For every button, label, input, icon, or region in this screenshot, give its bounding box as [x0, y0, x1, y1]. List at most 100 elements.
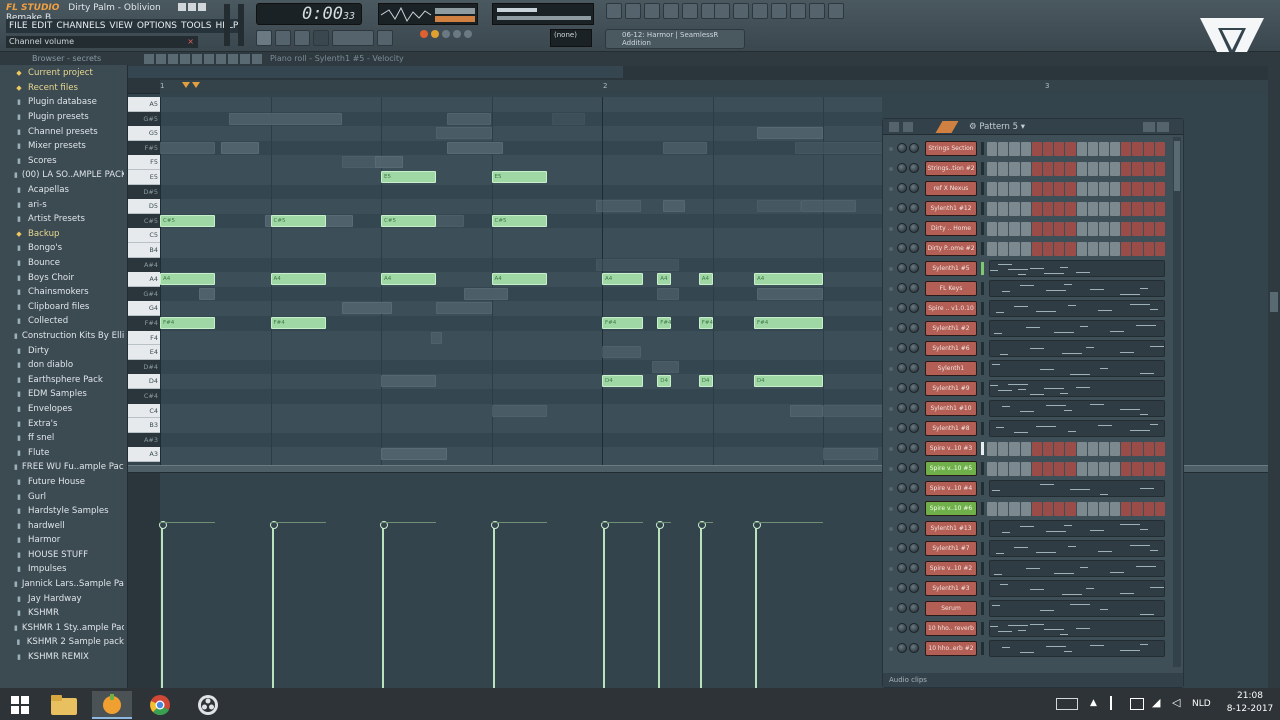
pan-knob[interactable] — [897, 503, 907, 513]
step-button[interactable] — [1076, 162, 1087, 176]
piano-key[interactable]: E4 — [128, 345, 160, 360]
step-button[interactable] — [1065, 202, 1076, 216]
step-button[interactable] — [1031, 242, 1042, 256]
step-button[interactable] — [1121, 182, 1132, 196]
mini-piano-roll[interactable] — [989, 420, 1165, 437]
save-icon[interactable] — [752, 3, 768, 19]
pan-knob[interactable] — [897, 143, 907, 153]
menu-view[interactable]: VIEW — [109, 19, 132, 33]
channel-select-toggle[interactable] — [981, 202, 984, 215]
step-button[interactable] — [998, 502, 1009, 516]
velocity-stem[interactable] — [159, 521, 167, 688]
channel-led[interactable] — [889, 447, 893, 451]
master-pitch-slider[interactable] — [238, 4, 244, 46]
channel-row[interactable]: Spire v..10 #4 — [889, 479, 1169, 499]
step-button[interactable] — [1054, 202, 1065, 216]
channel-name-button[interactable]: Sylenth1 #3 — [925, 581, 977, 596]
browser-item[interactable]: ▮ KSHMR 2 Sample pack — [0, 635, 124, 650]
step-button[interactable] — [1031, 502, 1042, 516]
step-button[interactable] — [1110, 222, 1121, 236]
step-button[interactable] — [1076, 182, 1087, 196]
velocity-stem[interactable] — [752, 521, 761, 688]
pattern-selector[interactable]: (none) — [550, 29, 592, 47]
step-button[interactable] — [1031, 182, 1042, 196]
pan-knob[interactable] — [897, 223, 907, 233]
channel-name-button[interactable]: Serum — [925, 601, 977, 616]
step-button[interactable] — [1098, 442, 1110, 456]
step-button[interactable] — [1020, 222, 1031, 236]
browser-item[interactable]: ▮ Acapellas — [0, 183, 124, 198]
step-button[interactable] — [1154, 142, 1165, 156]
pan-knob[interactable] — [897, 363, 907, 373]
piano-key[interactable]: D#5 — [128, 184, 160, 200]
display-icon[interactable] — [1130, 698, 1144, 710]
piano-key[interactable]: F#5 — [128, 140, 160, 156]
browser-icon[interactable] — [682, 3, 698, 19]
channel-led[interactable] — [889, 267, 893, 271]
pan-knob[interactable] — [897, 243, 907, 253]
step-button[interactable] — [1154, 462, 1165, 476]
step-button[interactable] — [1132, 162, 1143, 176]
note[interactable]: C#5 — [160, 214, 216, 227]
select-icon[interactable] — [228, 54, 238, 64]
volume-knob[interactable] — [909, 543, 919, 553]
piano-key[interactable]: G#5 — [128, 111, 160, 127]
channel-rack-scrollbar[interactable] — [1173, 137, 1181, 667]
browser-item[interactable]: ◆ Current project — [0, 66, 124, 81]
note[interactable]: F#4 — [602, 317, 644, 329]
step-button[interactable] — [1065, 462, 1076, 476]
piano-keyboard[interactable]: A5 G#5 G5 F#5 F5 E5 D#5 D5 C#5 C5 B4 A#4 A4 G#4 G4 F#4 F… — [128, 97, 160, 465]
channel-led[interactable] — [889, 467, 893, 471]
browser-item[interactable]: ▮ Jannick Lars..Sample Pack — [0, 577, 124, 592]
undo-icon[interactable] — [714, 3, 730, 19]
step-button[interactable] — [987, 182, 998, 196]
step-button[interactable] — [1110, 182, 1121, 196]
step-button[interactable] — [1042, 462, 1054, 476]
volume-knob[interactable] — [909, 463, 919, 473]
mini-piano-roll[interactable] — [989, 560, 1165, 577]
browser-item[interactable]: ▮ Jay Hardway — [0, 591, 124, 606]
channel-name-button[interactable]: Sylenth1 #13 — [925, 521, 977, 536]
volume-knob[interactable] — [909, 383, 919, 393]
pan-knob[interactable] — [897, 563, 907, 573]
step-button[interactable] — [1143, 202, 1154, 216]
step-button[interactable] — [1132, 502, 1143, 516]
step-button[interactable] — [998, 142, 1009, 156]
channel-row[interactable]: Sylenth1 #2 — [889, 319, 1169, 339]
piano-key[interactable]: G#4 — [128, 286, 160, 302]
channel-select-toggle[interactable] — [981, 502, 984, 515]
overview-scroll-thumb[interactable] — [128, 66, 623, 78]
master-volume-slider[interactable] — [224, 4, 230, 46]
step-button[interactable] — [1065, 162, 1076, 176]
step-button[interactable] — [1121, 142, 1132, 156]
audio-clips-footer[interactable]: Audio clips — [883, 673, 1183, 687]
step-button[interactable] — [987, 142, 998, 156]
step-button[interactable] — [1098, 142, 1110, 156]
piano-key[interactable]: D5 — [128, 199, 160, 214]
step-sequencer[interactable] — [987, 442, 1165, 456]
channel-name-button[interactable]: Spire .. v1.0.10 — [925, 301, 977, 316]
step-button[interactable] — [1042, 222, 1054, 236]
rack-menu-icon[interactable] — [889, 122, 899, 132]
channel-select-toggle[interactable] — [981, 162, 984, 175]
channel-name-button[interactable]: Spire v..10 #5 — [925, 461, 977, 476]
channel-name-button[interactable]: Sylenth1 #6 — [925, 341, 977, 356]
channel-led[interactable] — [889, 187, 893, 191]
step-button[interactable] — [1143, 142, 1154, 156]
loop-marker-icon[interactable] — [182, 82, 202, 90]
channel-row[interactable]: Spire v..10 #6 — [889, 499, 1169, 519]
note[interactable]: A4 — [602, 273, 644, 286]
step-button[interactable] — [1087, 442, 1098, 456]
step-button[interactable] — [1031, 462, 1042, 476]
channel-led[interactable] — [889, 147, 893, 151]
step-button[interactable] — [1054, 142, 1065, 156]
channel-rack-header[interactable] — [883, 119, 1183, 135]
pan-knob[interactable] — [897, 323, 907, 333]
channel-select-toggle[interactable] — [981, 462, 984, 475]
step-button[interactable] — [1076, 242, 1087, 256]
channel-name-button[interactable]: Dirty .. Home — [925, 221, 977, 236]
piano-key[interactable]: G5 — [128, 126, 160, 141]
step-button[interactable] — [1020, 442, 1031, 456]
pencil-icon[interactable] — [935, 121, 959, 133]
step-button[interactable] — [1087, 222, 1098, 236]
